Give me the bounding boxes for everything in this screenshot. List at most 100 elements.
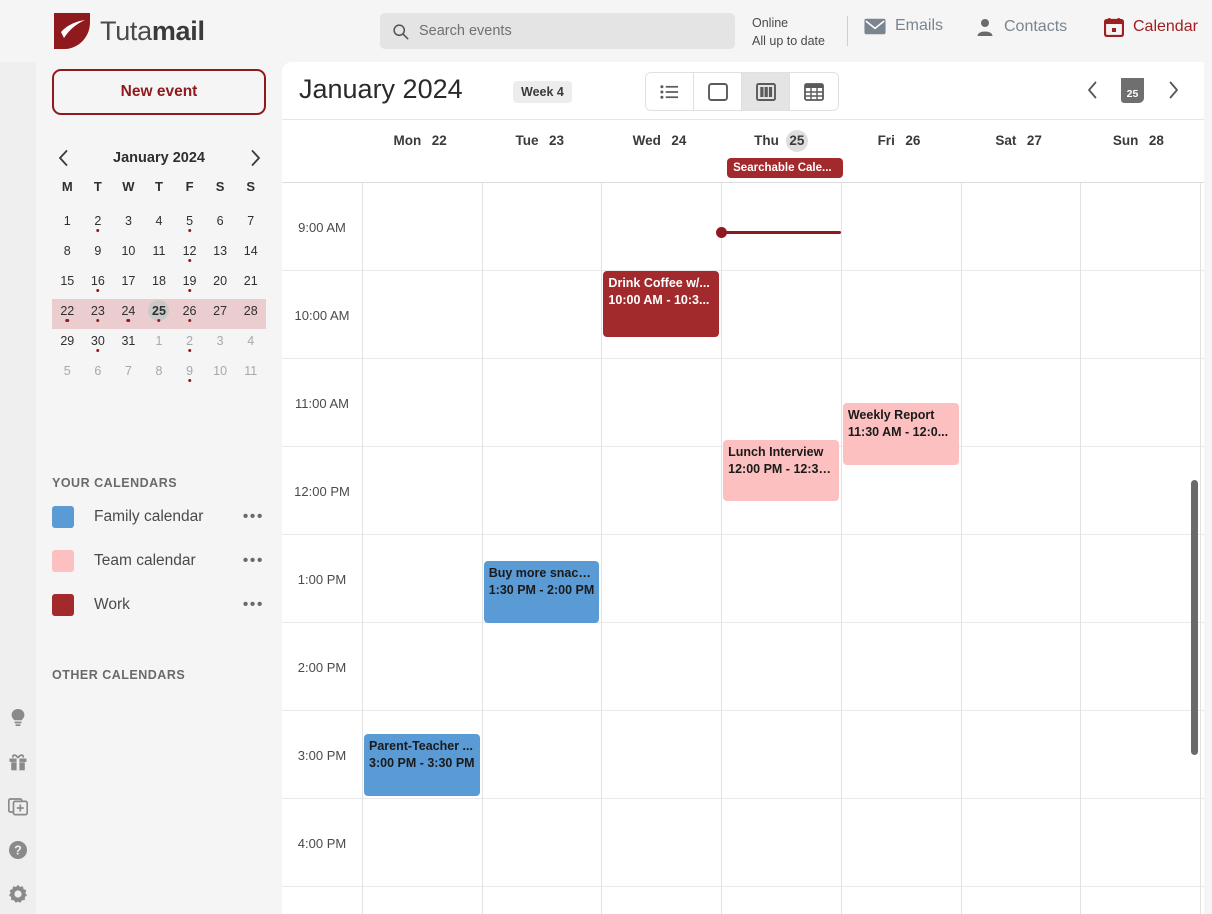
mini-cal-day[interactable]: 27 <box>204 299 236 329</box>
mini-cal-day[interactable]: 11 <box>144 239 175 269</box>
mini-cal-day[interactable]: 21 <box>235 269 266 299</box>
calendar-event[interactable]: Parent-Teacher ... 3:00 PM - 3:30 PM <box>364 734 480 797</box>
mini-cal-day[interactable]: 6 <box>83 359 114 389</box>
day-header-thu[interactable]: Thu 25 <box>721 130 841 152</box>
mini-cal-day[interactable]: 28 <box>235 299 266 329</box>
calendar-more-options-icon[interactable]: ••• <box>243 552 266 570</box>
mini-cal-day[interactable]: 23 <box>82 299 114 329</box>
mini-cal-day[interactable]: 1 <box>52 209 83 239</box>
day-name: Fri <box>877 133 895 149</box>
mini-cal-next-icon[interactable] <box>244 147 266 169</box>
event-dot <box>157 318 161 322</box>
calendar-event[interactable]: Buy more snacks! 1:30 PM - 2:00 PM <box>483 561 600 623</box>
prev-week-icon[interactable] <box>1081 74 1103 106</box>
mini-cal-day[interactable]: 29 <box>52 329 83 359</box>
mini-cal-day[interactable]: 25 <box>143 299 175 329</box>
next-week-icon[interactable] <box>1162 74 1184 106</box>
add-window-icon[interactable] <box>7 796 29 816</box>
settings-icon[interactable] <box>8 884 28 904</box>
all-day-event[interactable]: Searchable Cale... <box>727 158 843 178</box>
calendar-more-options-icon[interactable]: ••• <box>243 508 266 526</box>
gift-icon[interactable] <box>8 752 28 772</box>
mini-cal-day[interactable]: 9 <box>174 359 205 389</box>
event-title: Parent-Teacher ... <box>369 739 473 754</box>
grid-column-line <box>481 183 483 914</box>
day-header-sun[interactable]: Sun 28 <box>1080 130 1200 152</box>
mini-cal-day[interactable]: 22 <box>52 299 83 329</box>
mini-cal-day[interactable]: 10 <box>113 239 144 269</box>
lightbulb-icon[interactable] <box>8 708 28 728</box>
search-placeholder: Search events <box>419 23 512 39</box>
mini-cal-day[interactable]: 13 <box>205 239 236 269</box>
mini-cal-day[interactable]: 24 <box>113 299 144 329</box>
mini-cal-day[interactable]: 2 <box>174 329 205 359</box>
mini-cal-day-number: 8 <box>155 363 163 378</box>
day-header-wed[interactable]: Wed 24 <box>601 130 721 152</box>
event-dot <box>96 318 100 322</box>
month-view-button[interactable] <box>790 73 838 110</box>
mini-cal-day[interactable]: 7 <box>113 359 144 389</box>
calendar-list-item[interactable]: Team calendar ••• <box>52 546 266 576</box>
current-time-line <box>721 231 841 235</box>
mini-cal-day[interactable]: 10 <box>205 359 236 389</box>
view-toggle-group <box>645 72 839 111</box>
page-title: January 2024 <box>299 74 463 104</box>
mini-cal-day[interactable]: 15 <box>52 269 83 299</box>
agenda-view-button[interactable] <box>646 73 694 110</box>
vertical-scrollbar[interactable] <box>1191 480 1198 755</box>
help-icon[interactable]: ? <box>8 840 28 860</box>
calendar-more-options-icon[interactable]: ••• <box>243 596 266 614</box>
nav-contacts[interactable]: Contacts <box>975 17 1067 37</box>
mini-cal-day[interactable]: 17 <box>113 269 144 299</box>
person-icon <box>977 19 993 36</box>
mini-cal-day[interactable]: 9 <box>83 239 114 269</box>
calendar-event[interactable]: Lunch Interview 12:00 PM - 12:30... <box>723 439 839 502</box>
nav-emails[interactable]: Emails <box>864 17 943 35</box>
day-header-sat[interactable]: Sat 27 <box>961 130 1081 152</box>
mini-cal-day[interactable]: 5 <box>52 359 83 389</box>
mini-cal-day[interactable]: 6 <box>205 209 236 239</box>
mini-cal-day[interactable]: 8 <box>144 359 175 389</box>
nav-contacts-label: Contacts <box>1004 18 1068 35</box>
mini-cal-prev-icon[interactable] <box>52 147 74 169</box>
new-event-button[interactable]: New event <box>52 69 266 115</box>
mini-cal-day[interactable]: 26 <box>174 299 205 329</box>
mini-cal-day[interactable]: 2 <box>83 209 114 239</box>
mini-cal-day[interactable]: 7 <box>235 209 266 239</box>
search-input[interactable]: Search events <box>380 13 735 49</box>
mini-cal-day[interactable]: 11 <box>235 359 266 389</box>
mini-cal-day[interactable]: 19 <box>174 269 205 299</box>
week-view-button[interactable] <box>742 73 790 110</box>
date-navigation: 25 <box>1081 74 1184 106</box>
mini-cal-day[interactable]: 30 <box>83 329 114 359</box>
nav-calendar[interactable]: Calendar <box>1104 17 1198 37</box>
mini-cal-day[interactable]: 18 <box>144 269 175 299</box>
mini-cal-day[interactable]: 3 <box>113 209 144 239</box>
mini-cal-day-number: 27 <box>213 303 228 318</box>
calendar-event[interactable]: Drink Coffee w/... 10:00 AM - 10:3... <box>603 271 720 337</box>
app-logo[interactable]: Tutamail <box>52 12 205 50</box>
mini-cal-day[interactable]: 3 <box>205 329 236 359</box>
mini-cal-day[interactable]: 4 <box>144 209 175 239</box>
calendar-list-item[interactable]: Family calendar ••• <box>52 502 266 532</box>
mini-cal-day[interactable]: 14 <box>235 239 266 269</box>
today-button[interactable]: 25 <box>1121 77 1144 103</box>
mini-cal-day[interactable]: 16 <box>83 269 114 299</box>
day-header-fri[interactable]: Fri 26 <box>841 130 961 152</box>
mini-cal-day-number: 10 <box>213 363 228 378</box>
mini-cal-day[interactable]: 8 <box>52 239 83 269</box>
mini-cal-day[interactable]: 4 <box>235 329 266 359</box>
mini-cal-day[interactable]: 31 <box>113 329 144 359</box>
mini-cal-day[interactable]: 1 <box>144 329 175 359</box>
calendar-event[interactable]: Weekly Report 11:30 AM - 12:0... <box>842 403 959 465</box>
grid-column-line <box>1080 183 1082 914</box>
day-header-tue[interactable]: Tue 23 <box>482 130 602 152</box>
mini-cal-day[interactable]: 12 <box>174 239 205 269</box>
grid-column-line <box>960 183 962 914</box>
day-view-button[interactable] <box>694 73 742 110</box>
mini-cal-day[interactable]: 5 <box>174 209 205 239</box>
day-header-mon[interactable]: Mon 22 <box>362 130 482 152</box>
calendar-list-item[interactable]: Work ••• <box>52 590 266 620</box>
event-dot <box>126 318 131 322</box>
mini-cal-day[interactable]: 20 <box>205 269 236 299</box>
